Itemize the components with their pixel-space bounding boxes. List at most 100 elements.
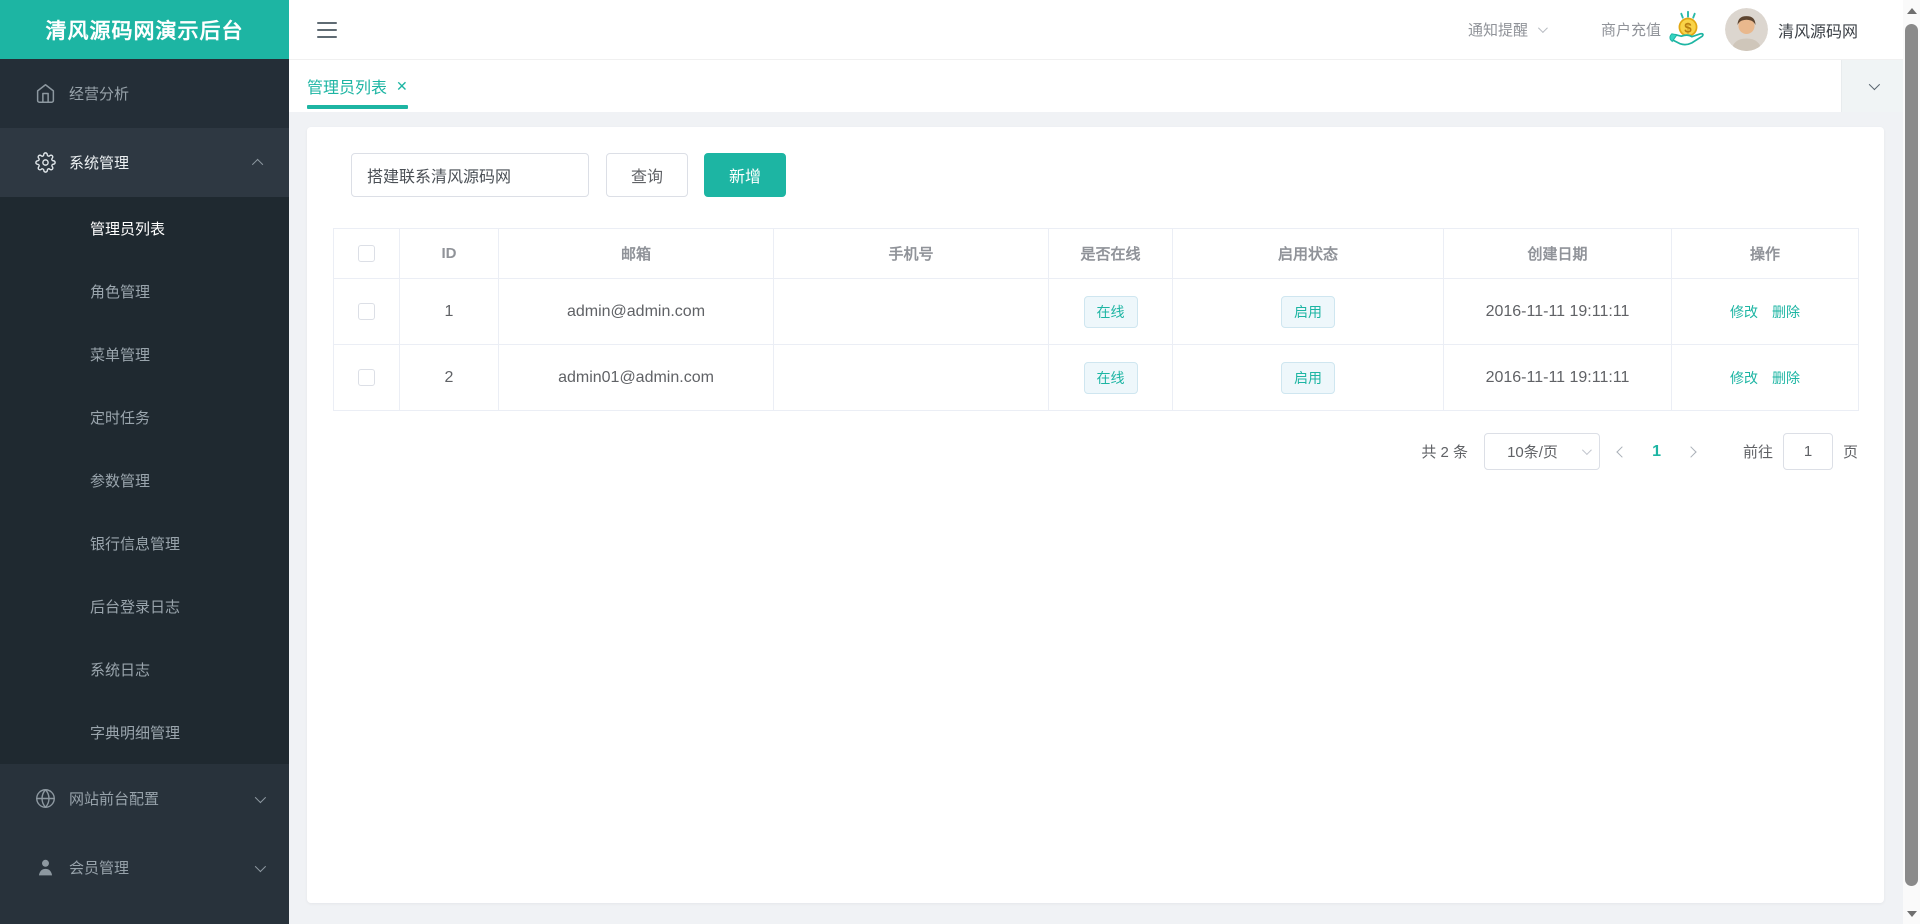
column-header-online: 是否在线: [1049, 229, 1173, 279]
sidebar-item-label: 系统管理: [69, 152, 129, 173]
goto-page-input[interactable]: [1783, 433, 1833, 470]
row-checkbox[interactable]: [358, 369, 375, 386]
next-page-button[interactable]: [1681, 438, 1701, 465]
cell-status: 启用: [1173, 345, 1444, 411]
admin-table: ID 邮箱 手机号 是否在线 启用状态 创建日期 操作 1 admin@admi…: [333, 228, 1859, 411]
submenu-label: 管理员列表: [90, 218, 165, 239]
sidebar-item-member-management[interactable]: 会员管理: [0, 833, 289, 902]
cell-email: admin01@admin.com: [499, 345, 774, 411]
cell-phone: [774, 345, 1049, 411]
column-header-id: ID: [400, 229, 499, 279]
merchant-recharge-link[interactable]: 商户充值: [1601, 19, 1661, 40]
sidebar-item-dict-detail-management[interactable]: 字典明细管理: [0, 701, 289, 764]
edit-link[interactable]: 修改: [1730, 370, 1758, 386]
column-header-created: 创建日期: [1444, 229, 1672, 279]
prev-page-button[interactable]: [1612, 438, 1632, 465]
notice-label: 通知提醒: [1468, 19, 1528, 40]
tab-admin-list[interactable]: 管理员列表 ✕: [307, 60, 408, 112]
tab-close-icon[interactable]: ✕: [396, 78, 408, 95]
globe-icon: [35, 788, 56, 809]
cell-id: 2: [400, 345, 499, 411]
delete-link[interactable]: 删除: [1772, 304, 1800, 320]
hamburger-icon[interactable]: [317, 22, 337, 38]
submenu-label: 菜单管理: [90, 344, 150, 365]
cell-email: admin@admin.com: [499, 279, 774, 345]
chevron-down-icon: [1538, 23, 1548, 33]
cell-created: 2016-11-11 19:11:11: [1444, 345, 1672, 411]
tabs-collapse-button[interactable]: [1841, 60, 1903, 112]
add-button[interactable]: 新增: [704, 153, 786, 197]
topbar-right: 通知提醒 商户充值 $: [1468, 8, 1903, 51]
online-badge: 在线: [1084, 362, 1138, 394]
topbar: 通知提醒 商户充值 $: [289, 0, 1903, 60]
current-page[interactable]: 1: [1652, 443, 1661, 461]
row-checkbox[interactable]: [358, 303, 375, 320]
row-checkbox-cell: [334, 279, 400, 345]
chevron-down-icon: [255, 791, 266, 802]
table-row: 2 admin01@admin.com 在线 启用 2016-11-11 19:…: [334, 345, 1859, 411]
sidebar-item-menu-management[interactable]: 菜单管理: [0, 323, 289, 386]
submenu-label: 后台登录日志: [90, 596, 180, 617]
cell-created: 2016-11-11 19:11:11: [1444, 279, 1672, 345]
sidebar-item-backend-login-log[interactable]: 后台登录日志: [0, 575, 289, 638]
cell-online: 在线: [1049, 345, 1173, 411]
submenu-label: 字典明细管理: [90, 722, 180, 743]
online-badge: 在线: [1084, 296, 1138, 328]
sidebar-item-label: 网站前台配置: [69, 788, 159, 809]
chevron-down-icon: [1868, 79, 1879, 90]
delete-link[interactable]: 删除: [1772, 370, 1800, 386]
search-input[interactable]: [351, 153, 589, 197]
scrollbar-down-arrow[interactable]: [1903, 905, 1920, 922]
cell-status: 启用: [1173, 279, 1444, 345]
submenu-label: 参数管理: [90, 470, 150, 491]
home-icon: [35, 83, 56, 104]
scrollbar-thumb[interactable]: [1905, 24, 1918, 886]
sidebar-item-scheduled-tasks[interactable]: 定时任务: [0, 386, 289, 449]
cell-id: 1: [400, 279, 499, 345]
header-checkbox-cell: [334, 229, 400, 279]
chevron-right-icon: [1685, 446, 1696, 457]
user-avatar[interactable]: [1725, 8, 1768, 51]
sidebar-item-system-log[interactable]: 系统日志: [0, 638, 289, 701]
content-card: 查询 新增 ID 邮箱 手机号 是否在线 启用状态 创建日期: [307, 127, 1884, 903]
edit-link[interactable]: 修改: [1730, 304, 1758, 320]
pagination-total: 共 2 条: [1421, 441, 1468, 462]
money-in-hand-icon[interactable]: $: [1667, 9, 1709, 51]
chevron-down-icon: [1582, 445, 1592, 455]
sidebar-item-bank-info-management[interactable]: 银行信息管理: [0, 512, 289, 575]
row-checkbox-cell: [334, 345, 400, 411]
username-label[interactable]: 清风源码网: [1778, 18, 1858, 42]
pagination: 共 2 条 10条/页 1 前往 页: [333, 433, 1858, 470]
submenu-label: 角色管理: [90, 281, 150, 302]
sidebar-item-admin-list[interactable]: 管理员列表: [0, 197, 289, 260]
tabbar: 管理员列表 ✕: [289, 60, 1903, 112]
page-size-select[interactable]: 10条/页: [1484, 433, 1600, 470]
chevron-down-icon: [255, 860, 266, 871]
sidebar: 清风源码网演示后台 经营分析 系统管理 管理员列表 角色管理 菜单管理 定时任务…: [0, 0, 289, 924]
cell-online: 在线: [1049, 279, 1173, 345]
member-icon: [35, 857, 56, 878]
status-badge[interactable]: 启用: [1281, 296, 1335, 328]
column-header-status: 启用状态: [1173, 229, 1444, 279]
column-header-email: 邮箱: [499, 229, 774, 279]
sidebar-item-system-management[interactable]: 系统管理: [0, 128, 289, 197]
page-size-value: 10条/页: [1507, 441, 1558, 462]
tab-label: 管理员列表: [307, 74, 387, 98]
sidebar-submenu-system: 管理员列表 角色管理 菜单管理 定时任务 参数管理 银行信息管理 后台登录日志 …: [0, 197, 289, 764]
page-unit-label: 页: [1843, 441, 1858, 462]
notice-dropdown[interactable]: 通知提醒: [1468, 19, 1545, 40]
sidebar-item-site-frontend-config[interactable]: 网站前台配置: [0, 764, 289, 833]
status-badge[interactable]: 启用: [1281, 362, 1335, 394]
query-button[interactable]: 查询: [606, 153, 688, 197]
table-row: 1 admin@admin.com 在线 启用 2016-11-11 19:11…: [334, 279, 1859, 345]
scrollbar-up-arrow[interactable]: [1903, 2, 1920, 19]
sidebar-item-label: 会员管理: [69, 857, 129, 878]
sidebar-item-parameter-management[interactable]: 参数管理: [0, 449, 289, 512]
sidebar-item-business-analysis[interactable]: 经营分析: [0, 59, 289, 128]
sidebar-item-role-management[interactable]: 角色管理: [0, 260, 289, 323]
select-all-checkbox[interactable]: [358, 245, 375, 262]
submenu-label: 定时任务: [90, 407, 150, 428]
table-header-row: ID 邮箱 手机号 是否在线 启用状态 创建日期 操作: [334, 229, 1859, 279]
page-scrollbar[interactable]: [1903, 0, 1920, 924]
toolbar: 查询 新增: [351, 153, 1858, 197]
